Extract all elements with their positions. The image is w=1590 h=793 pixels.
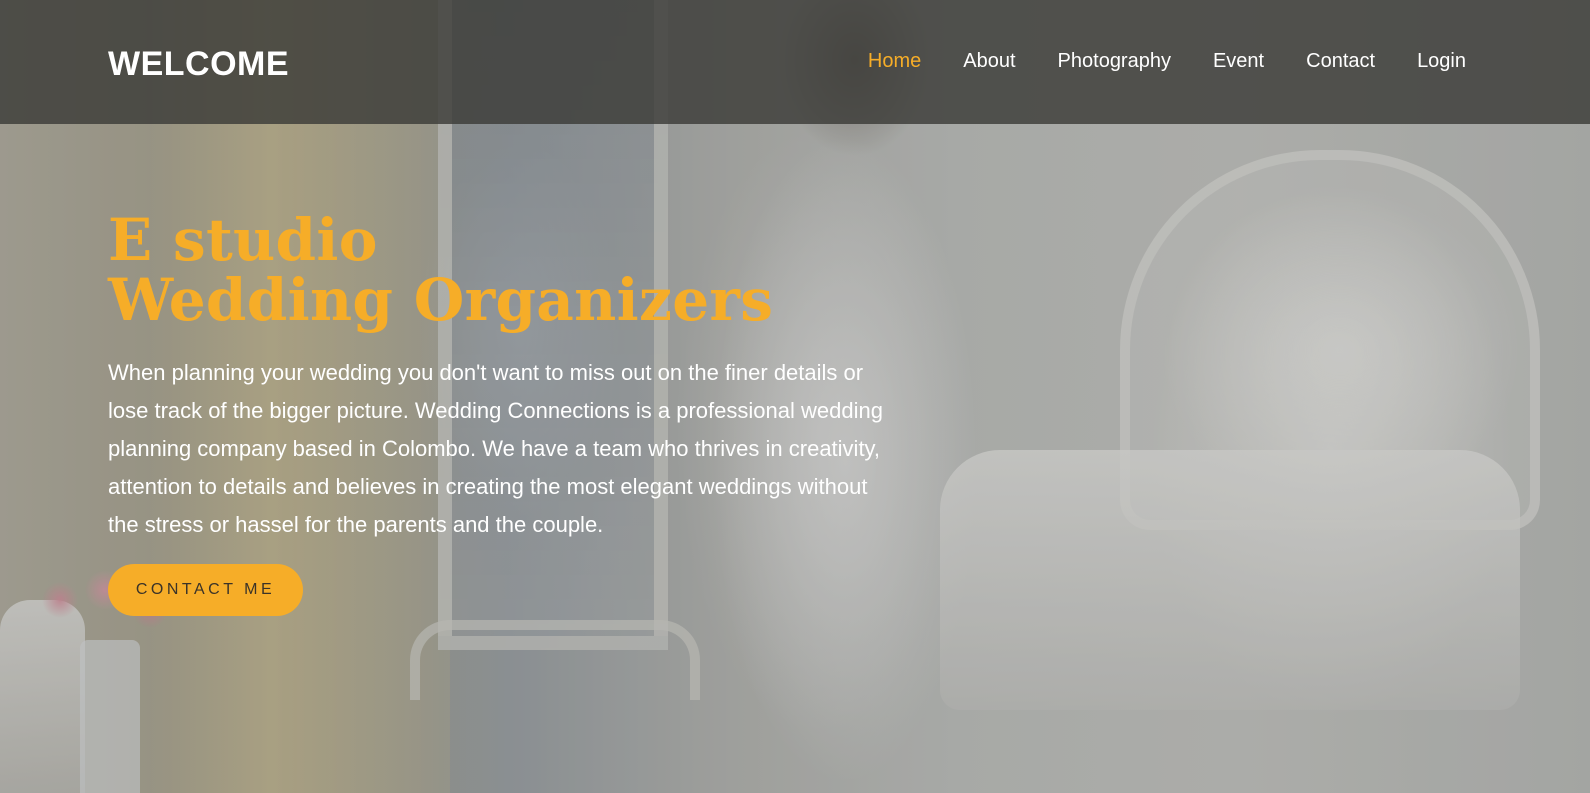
- hero-description: When planning your wedding you don't wan…: [108, 360, 883, 537]
- hero-title-line-1: E studio: [108, 206, 378, 274]
- hero-title-line-2: Wedding Organizers: [108, 266, 774, 334]
- nav-link-login[interactable]: Login: [1417, 50, 1466, 73]
- nav-link-contact[interactable]: Contact: [1306, 50, 1375, 73]
- nav-link-photography[interactable]: Photography: [1058, 50, 1171, 73]
- nav-link-event[interactable]: Event: [1213, 50, 1264, 73]
- nav-menu: Home About Photography Event Contact Log…: [826, 50, 1466, 73]
- nav-link-about[interactable]: About: [963, 50, 1015, 73]
- top-navbar: WELCOME Home About Photography Event Con…: [0, 0, 1590, 124]
- nav-link-home[interactable]: Home: [868, 50, 921, 73]
- contact-me-button[interactable]: CONTACT ME: [108, 564, 303, 616]
- hero-content: E studio Wedding Organizers When plannin…: [108, 210, 908, 616]
- hero-title: E studio Wedding Organizers: [108, 210, 908, 330]
- brand-logo[interactable]: WELCOME: [108, 45, 289, 84]
